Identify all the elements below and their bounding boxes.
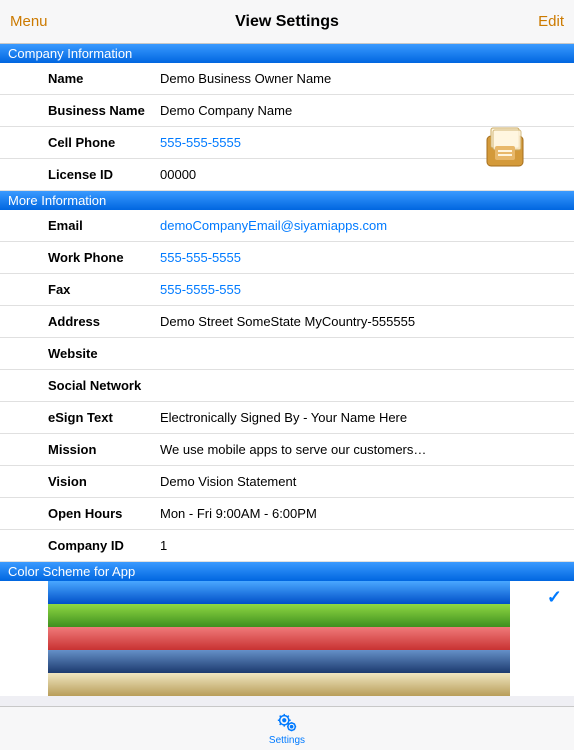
section-more-info: More Information [0,191,574,210]
row-open-hours: Open Hours Mon - Fri 9:00AM - 6:00PM [0,498,574,530]
row-website: Website [0,338,574,370]
license-label: License ID [48,167,160,182]
companyid-label: Company ID [48,538,160,553]
address-value: Demo Street SomeState MyCountry-555555 [160,314,415,329]
color-swatch-green[interactable] [48,604,510,627]
row-fax: Fax 555-5555-555 [0,274,574,306]
cell-value[interactable]: 555-555-5555 [160,135,241,150]
page-title: View Settings [235,13,339,31]
business-label: Business Name [48,103,160,118]
hours-value: Mon - Fri 9:00AM - 6:00PM [160,506,317,521]
esign-label: eSign Text [48,410,160,425]
tab-settings-label: Settings [269,735,305,746]
row-work-phone: Work Phone 555-555-5555 [0,242,574,274]
row-vision: Vision Demo Vision Statement [0,466,574,498]
content: Company Information Name Demo Business O… [0,44,574,706]
social-label: Social Network [48,378,160,393]
color-scheme-list: ✓ [0,581,574,696]
email-label: Email [48,218,160,233]
row-mission: Mission We use mobile apps to serve our … [0,434,574,466]
tab-bar: Settings [0,706,574,750]
nav-bar: Menu View Settings Edit [0,0,574,44]
row-name: Name Demo Business Owner Name [0,63,574,95]
row-social-network: Social Network [0,370,574,402]
row-company-id: Company ID 1 [0,530,574,562]
section-company-info: Company Information [0,44,574,63]
gear-icon [276,712,298,734]
vision-value: Demo Vision Statement [160,474,296,489]
color-swatch-blue[interactable] [48,581,510,604]
vision-label: Vision [48,474,160,489]
email-value[interactable]: demoCompanyEmail@siyamiapps.com [160,218,387,233]
license-value: 00000 [160,167,196,182]
website-label: Website [48,346,160,361]
color-swatch-red[interactable] [48,627,510,650]
fax-label: Fax [48,282,160,297]
fax-value[interactable]: 555-5555-555 [160,282,241,297]
folder-icon [481,124,529,172]
mission-label: Mission [48,442,160,457]
esign-value: Electronically Signed By - Your Name Her… [160,410,407,425]
row-address: Address Demo Street SomeState MyCountry-… [0,306,574,338]
business-value: Demo Company Name [160,103,292,118]
color-swatch-gold[interactable] [48,673,510,696]
checkmark-icon: ✓ [547,587,562,608]
row-email: Email demoCompanyEmail@siyamiapps.com [0,210,574,242]
workphone-value[interactable]: 555-555-5555 [160,250,241,265]
tab-settings[interactable]: Settings [269,712,305,746]
address-label: Address [48,314,160,329]
menu-button[interactable]: Menu [10,13,48,30]
name-label: Name [48,71,160,86]
mission-value: We use mobile apps to serve our customer… [160,442,426,457]
section-color-scheme: Color Scheme for App [0,562,574,581]
companyid-value: 1 [160,538,167,553]
color-swatch-navy[interactable] [48,650,510,673]
row-business-name: Business Name Demo Company Name [0,95,574,127]
cell-label: Cell Phone [48,135,160,150]
name-value: Demo Business Owner Name [160,71,331,86]
row-esign-text: eSign Text Electronically Signed By - Yo… [0,402,574,434]
edit-button[interactable]: Edit [538,13,564,30]
workphone-label: Work Phone [48,250,160,265]
hours-label: Open Hours [48,506,160,521]
